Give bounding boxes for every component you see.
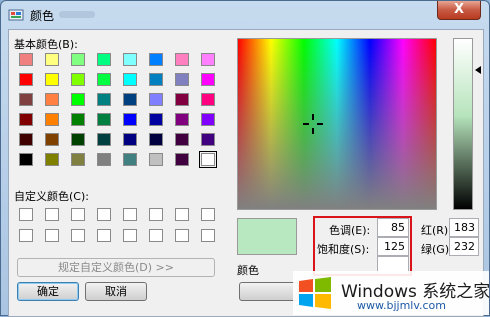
- basic-color-swatch[interactable]: [45, 73, 59, 86]
- color-solid-preview: [237, 218, 297, 255]
- basic-color-swatch[interactable]: [123, 113, 137, 126]
- basic-color-swatch[interactable]: [19, 113, 33, 126]
- custom-color-slot[interactable]: [71, 208, 85, 221]
- basic-color-swatch[interactable]: [71, 133, 85, 146]
- custom-color-slot[interactable]: [45, 208, 59, 221]
- basic-color-swatch[interactable]: [97, 93, 111, 106]
- basic-color-swatch[interactable]: [175, 153, 189, 166]
- basic-color-swatch[interactable]: [175, 133, 189, 146]
- crosshair-icon: [303, 114, 323, 134]
- basic-color-swatch[interactable]: [45, 53, 59, 66]
- red-label: 红(R):: [421, 224, 452, 237]
- define-custom-colors-button[interactable]: 规定自定义颜色(D) >>: [17, 258, 215, 277]
- custom-color-slot[interactable]: [175, 229, 189, 242]
- custom-color-slot[interactable]: [175, 208, 189, 221]
- basic-color-swatch[interactable]: [149, 53, 163, 66]
- basic-color-swatch[interactable]: [201, 73, 215, 86]
- basic-colors-label: 基本颜色(B):: [14, 38, 78, 51]
- basic-color-swatch[interactable]: [19, 93, 33, 106]
- window-title: 颜色: [30, 9, 55, 23]
- basic-color-swatch[interactable]: [71, 53, 85, 66]
- basic-color-swatch[interactable]: [175, 73, 189, 86]
- basic-color-swatch[interactable]: [71, 93, 85, 106]
- ok-button[interactable]: 确定: [17, 282, 79, 301]
- custom-color-slot[interactable]: [123, 229, 137, 242]
- custom-color-slot[interactable]: [201, 229, 215, 242]
- custom-color-slot[interactable]: [97, 208, 111, 221]
- basic-color-swatch[interactable]: [71, 113, 85, 126]
- custom-color-slot[interactable]: [123, 208, 137, 221]
- basic-color-swatch[interactable]: [201, 93, 215, 106]
- basic-color-swatch[interactable]: [123, 73, 137, 86]
- custom-color-slot[interactable]: [97, 229, 111, 242]
- basic-color-swatch[interactable]: [149, 113, 163, 126]
- title-blur: [59, 11, 95, 18]
- watermark: Windows 系统之家 www.bjjmlv.com: [293, 271, 490, 315]
- green-field[interactable]: 232: [449, 237, 479, 256]
- luminance-arrow-icon[interactable]: [475, 66, 481, 74]
- highlight-box: [313, 216, 412, 276]
- basic-color-swatch[interactable]: [45, 133, 59, 146]
- custom-colors-label: 自定义颜色(C):: [14, 190, 89, 203]
- cancel-button[interactable]: 取消: [85, 282, 147, 301]
- basic-color-swatch[interactable]: [19, 133, 33, 146]
- basic-color-swatch[interactable]: [149, 153, 163, 166]
- basic-color-swatch[interactable]: [71, 73, 85, 86]
- windows-logo-icon: [299, 277, 331, 309]
- basic-color-swatch[interactable]: [97, 133, 111, 146]
- basic-color-swatch[interactable]: [149, 133, 163, 146]
- custom-color-slot[interactable]: [149, 208, 163, 221]
- basic-color-swatch[interactable]: [19, 153, 33, 166]
- color-spectrum[interactable]: [237, 38, 437, 210]
- basic-color-swatch[interactable]: [201, 133, 215, 146]
- basic-color-swatch[interactable]: [123, 153, 137, 166]
- basic-color-swatch[interactable]: [201, 113, 215, 126]
- red-field[interactable]: 183: [449, 218, 479, 237]
- basic-color-swatch[interactable]: [199, 151, 217, 168]
- basic-color-swatch[interactable]: [149, 73, 163, 86]
- basic-color-swatch[interactable]: [45, 93, 59, 106]
- basic-color-swatch[interactable]: [97, 153, 111, 166]
- basic-color-swatch[interactable]: [123, 93, 137, 106]
- custom-color-slot[interactable]: [201, 208, 215, 221]
- color-solid-label: 颜色: [237, 264, 259, 277]
- close-button[interactable]: X: [437, 1, 481, 20]
- watermark-url: www.bjjmlv.com: [357, 299, 446, 312]
- basic-color-swatch[interactable]: [175, 113, 189, 126]
- basic-color-swatch[interactable]: [149, 93, 163, 106]
- custom-color-slot[interactable]: [71, 229, 85, 242]
- custom-color-slot[interactable]: [19, 229, 33, 242]
- basic-color-swatch[interactable]: [123, 133, 137, 146]
- basic-color-swatch[interactable]: [175, 53, 189, 66]
- basic-color-swatch[interactable]: [123, 53, 137, 66]
- basic-color-swatch[interactable]: [201, 53, 215, 66]
- basic-color-swatch[interactable]: [19, 53, 33, 66]
- color-dialog: 颜色 X 基本颜色(B): 自定义颜色(C): 规定自定义颜色(D) >> 确定…: [0, 0, 490, 317]
- custom-color-slot[interactable]: [45, 229, 59, 242]
- add-to-custom-button[interactable]: [239, 282, 299, 301]
- custom-color-slot[interactable]: [19, 208, 33, 221]
- basic-color-swatch[interactable]: [175, 93, 189, 106]
- basic-color-swatch[interactable]: [45, 153, 59, 166]
- basic-color-swatch[interactable]: [45, 113, 59, 126]
- basic-color-swatch[interactable]: [97, 73, 111, 86]
- basic-color-swatch[interactable]: [19, 73, 33, 86]
- luminance-slider[interactable]: [453, 38, 473, 210]
- paint-app-icon: [8, 9, 24, 21]
- basic-color-swatch[interactable]: [97, 113, 111, 126]
- title-bar[interactable]: 颜色 X: [1, 1, 489, 29]
- custom-color-slot[interactable]: [149, 229, 163, 242]
- basic-color-swatch[interactable]: [71, 153, 85, 166]
- basic-color-swatch[interactable]: [97, 53, 111, 66]
